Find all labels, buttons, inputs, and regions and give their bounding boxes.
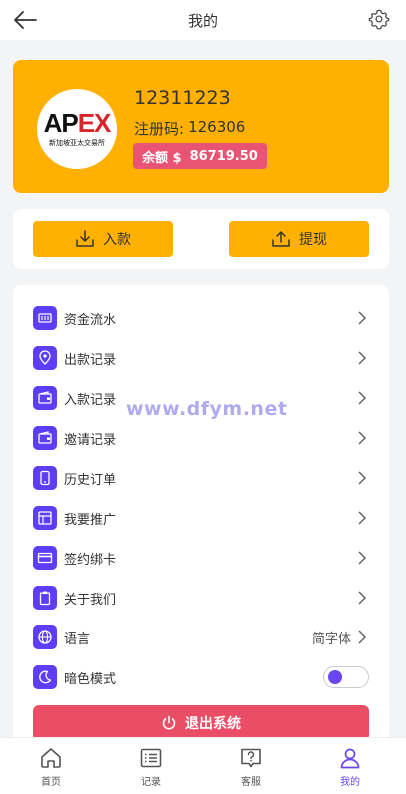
user-id: 12311223 bbox=[134, 87, 231, 109]
menu-item-label: 语言 bbox=[64, 631, 91, 647]
tab-label: 首页 bbox=[41, 777, 61, 788]
tab-label: 客服 bbox=[241, 777, 261, 788]
tab-mine[interactable]: 我的 bbox=[320, 746, 380, 788]
menu-item-label: 入款记录 bbox=[64, 392, 117, 408]
watermark: www.dfym.net bbox=[126, 398, 288, 420]
power-icon bbox=[162, 715, 176, 730]
chevron-right-icon bbox=[358, 471, 367, 485]
list-icon bbox=[140, 748, 162, 768]
reg-code-label: 注册码: bbox=[134, 120, 185, 138]
tab-label: 我的 bbox=[340, 777, 360, 788]
card-icon bbox=[33, 546, 57, 570]
top-bar: 我的 bbox=[0, 0, 406, 40]
tab-records[interactable]: 记录 bbox=[121, 746, 181, 788]
tab-home[interactable]: 首页 bbox=[21, 746, 81, 788]
menu-item-language[interactable]: 语言 简字体 bbox=[13, 617, 389, 657]
ledger-icon bbox=[33, 306, 57, 330]
chevron-right-icon bbox=[358, 591, 367, 605]
logout-label: 退出系统 bbox=[185, 716, 241, 732]
registration-code: 注册码: 126306 bbox=[134, 118, 245, 139]
bottom-tab-bar: 首页 记录 客服 我的 bbox=[0, 737, 406, 794]
menu-item-order-history[interactable]: 历史订单 bbox=[13, 458, 389, 498]
menu-item-label: 出款记录 bbox=[64, 352, 117, 368]
withdraw-label: 提现 bbox=[299, 232, 327, 248]
avatar: APEX 新加坡亚太交易所 bbox=[37, 89, 117, 169]
menu-item-label: 关于我们 bbox=[64, 592, 117, 608]
chevron-right-icon bbox=[358, 351, 367, 365]
chevron-right-icon bbox=[358, 630, 367, 644]
chevron-right-icon bbox=[358, 431, 367, 445]
logout-button[interactable]: 退出系统 bbox=[33, 705, 369, 741]
page-title: 我的 bbox=[187, 11, 218, 30]
moon-icon bbox=[33, 665, 57, 689]
menu-item-label: 历史订单 bbox=[64, 472, 117, 488]
menu-item-invite-records[interactable]: 邀请记录 bbox=[13, 418, 389, 458]
globe-icon bbox=[33, 625, 57, 649]
chevron-right-icon bbox=[358, 551, 367, 565]
balance-badge: 余额 $ 86719.50 bbox=[133, 143, 267, 169]
menu-list: 资金流水 出款记录 入款记录 邀请记录 历史订单 我要推广 签约绑卡 关于我们 bbox=[13, 285, 389, 755]
menu-item-label: 我要推广 bbox=[64, 512, 117, 528]
layout-icon bbox=[33, 506, 57, 530]
chevron-right-icon bbox=[358, 511, 367, 525]
balance-label: 余额 $ bbox=[142, 150, 182, 166]
menu-item-label: 资金流水 bbox=[64, 312, 117, 328]
phone-icon bbox=[33, 466, 57, 490]
menu-item-dark-mode: 暗色模式 bbox=[13, 657, 389, 697]
menu-item-label: 暗色模式 bbox=[64, 671, 117, 687]
logo-subtitle: 新加坡亚太交易所 bbox=[49, 139, 105, 147]
tab-label: 记录 bbox=[141, 777, 161, 788]
gear-icon[interactable] bbox=[368, 8, 390, 30]
menu-item-promotion[interactable]: 我要推广 bbox=[13, 498, 389, 538]
profile-card: APEX 新加坡亚太交易所 12311223 注册码: 126306 余额 $ … bbox=[13, 60, 389, 193]
location-pin-icon bbox=[33, 346, 57, 370]
tab-support[interactable]: 客服 bbox=[221, 746, 281, 788]
balance-value: 86719.50 bbox=[189, 148, 258, 164]
download-icon bbox=[76, 230, 94, 247]
menu-item-fund-flow[interactable]: 资金流水 bbox=[13, 298, 389, 338]
chevron-right-icon bbox=[358, 391, 367, 405]
user-icon bbox=[340, 748, 360, 769]
deposit-button[interactable]: 入款 bbox=[33, 221, 173, 257]
menu-item-label: 签约绑卡 bbox=[64, 552, 117, 568]
menu-item-about-us[interactable]: 关于我们 bbox=[13, 578, 389, 618]
language-value: 简字体 bbox=[311, 631, 351, 647]
help-chat-icon bbox=[241, 748, 261, 768]
upload-icon bbox=[272, 231, 290, 247]
clipboard-icon bbox=[33, 586, 57, 610]
home-icon bbox=[41, 748, 61, 768]
deposit-label: 入款 bbox=[103, 232, 131, 248]
wallet-icon bbox=[33, 386, 57, 410]
action-panel: 入款 提现 bbox=[13, 209, 389, 269]
dark-mode-toggle[interactable] bbox=[323, 666, 369, 688]
arrow-left-icon[interactable] bbox=[12, 8, 38, 32]
menu-item-label: 邀请记录 bbox=[64, 432, 117, 448]
withdraw-button[interactable]: 提现 bbox=[229, 221, 369, 257]
toggle-knob bbox=[328, 670, 342, 684]
menu-item-withdraw-records[interactable]: 出款记录 bbox=[13, 338, 389, 378]
menu-item-bind-card[interactable]: 签约绑卡 bbox=[13, 538, 389, 578]
wallet-icon bbox=[33, 426, 57, 450]
apex-logo: APEX bbox=[43, 108, 112, 138]
reg-code-value: 126306 bbox=[188, 118, 246, 136]
chevron-right-icon bbox=[358, 311, 367, 325]
